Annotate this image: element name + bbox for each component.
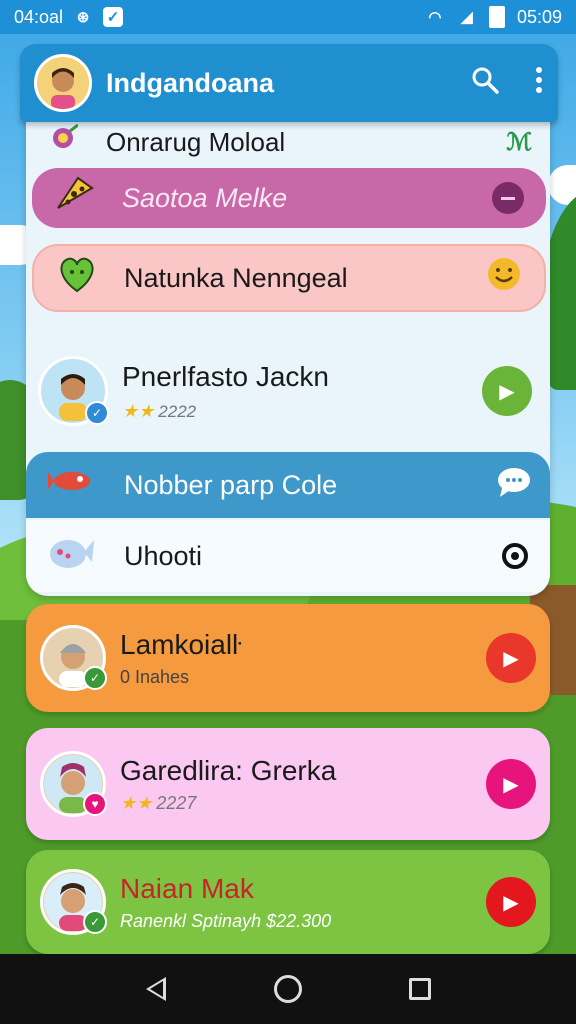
list-item-0[interactable]: Onrarug Moloal ℳ bbox=[26, 122, 550, 162]
home-icon[interactable] bbox=[273, 974, 303, 1004]
list-item-4[interactable]: Nobber parp Cole bbox=[26, 452, 550, 518]
heart-icon bbox=[56, 255, 98, 301]
avatar-face-icon bbox=[37, 57, 89, 109]
list-item-texts: Pnerlfasto Jackn ★★ 2222 bbox=[122, 361, 329, 422]
fish-icon bbox=[48, 532, 94, 580]
flower-icon bbox=[48, 123, 79, 161]
card-2[interactable]: ✓ Naian Mak Ranenkl Sptinayh $22.300 ▶ bbox=[26, 850, 550, 954]
avatar-badge: ✓ bbox=[83, 666, 107, 690]
status-time-right: 05:09 bbox=[516, 6, 562, 27]
card-title: Lamkoialŀ bbox=[120, 628, 242, 660]
smile-icon[interactable] bbox=[486, 256, 522, 300]
card-title: Naian Mak bbox=[120, 872, 254, 904]
app-title: Indgandoana bbox=[106, 67, 274, 98]
target-icon[interactable] bbox=[502, 543, 528, 569]
avatar: ♥ bbox=[40, 751, 107, 817]
minus-circle-icon[interactable] bbox=[492, 182, 524, 214]
card-0[interactable]: ✓ Lamkoialŀ 0 Inahes ▶ bbox=[26, 604, 550, 712]
avatar: ✓ bbox=[40, 625, 107, 691]
back-icon[interactable] bbox=[141, 974, 171, 1004]
recents-icon[interactable] bbox=[405, 974, 435, 1004]
status-right: ◠ ◢ 05:09 bbox=[425, 6, 562, 28]
status-left: 04:oal ⊛ ✓ bbox=[14, 6, 124, 28]
meta-value: 2222 bbox=[158, 401, 197, 421]
app-bar: Indgandoana bbox=[20, 44, 558, 122]
card-1[interactable]: ♥ Garedlira: Grerka ★★ 2227 ▶ bbox=[26, 728, 550, 840]
list-item-label: Saotoa Melke bbox=[122, 182, 288, 213]
search-icon[interactable] bbox=[470, 65, 500, 102]
card-subtitle: ★★ 2227 bbox=[120, 793, 336, 814]
avatar-badge: ✓ bbox=[83, 910, 107, 934]
more-vert-icon[interactable] bbox=[534, 66, 544, 101]
list-item-label: Natunka Nenngeal bbox=[124, 262, 348, 293]
avatar-badge: ♥ bbox=[83, 792, 107, 816]
wifi-icon: ◠ bbox=[428, 9, 442, 26]
list-item-label: Onrarug Moloal bbox=[106, 126, 286, 157]
play-button[interactable]: ▶ bbox=[486, 877, 536, 927]
rocket-icon bbox=[48, 464, 96, 506]
list-item-label: Uhooti bbox=[124, 540, 203, 571]
play-button[interactable]: ▶ bbox=[482, 366, 532, 416]
card-subtitle: 0 Inahes bbox=[120, 666, 190, 687]
app-actions bbox=[470, 65, 544, 102]
messenger-icon: ✓ bbox=[103, 7, 124, 27]
navigation-bar bbox=[0, 954, 576, 1024]
status-time-left: 04:oal bbox=[14, 6, 64, 27]
list-item-3[interactable]: ✓ Pnerlfasto Jackn ★★ 2222 ▶ bbox=[26, 330, 550, 452]
card-title: Garedlira: Grerka bbox=[120, 754, 337, 786]
notification-icon: ⊛ bbox=[76, 9, 90, 26]
battery-icon bbox=[488, 6, 505, 28]
card-texts: Lamkoialŀ 0 Inahes bbox=[120, 629, 241, 688]
cheese-icon bbox=[54, 176, 96, 220]
chat-bubble-icon[interactable] bbox=[496, 466, 532, 505]
card-subtitle-value: 2227 bbox=[156, 792, 197, 813]
play-button[interactable]: ▶ bbox=[486, 633, 536, 683]
card-texts: Naian Mak Ranenkl Sptinayh $22.300 bbox=[120, 873, 331, 932]
card-subtitle: Ranenkl Sptinayh $22.300 bbox=[120, 910, 332, 931]
list-item-1[interactable]: Saotoa Melke bbox=[32, 168, 546, 228]
list-panel: Onrarug Moloal ℳ Saotoa Melke Natunka Ne… bbox=[26, 112, 550, 596]
list-item-5[interactable]: Uhooti bbox=[26, 520, 550, 592]
avatar: ✓ bbox=[40, 869, 107, 935]
user-avatar[interactable] bbox=[34, 54, 92, 112]
card-texts: Garedlira: Grerka ★★ 2227 bbox=[120, 755, 336, 814]
list-item-meta: ★★ 2222 bbox=[122, 401, 329, 422]
avatar-badge: ✓ bbox=[85, 401, 109, 425]
list-item-label: Nobber parp Cole bbox=[124, 469, 338, 500]
list-item-trailing: ℳ bbox=[506, 128, 532, 156]
list-item-2[interactable]: Natunka Nenngeal bbox=[32, 244, 546, 312]
avatar: ✓ bbox=[38, 356, 109, 426]
signal-icon: ◢ bbox=[461, 9, 473, 26]
status-bar: 04:oal ⊛ ✓ ◠ ◢ 05:09 bbox=[0, 0, 576, 34]
stars-icon: ★★ bbox=[122, 400, 155, 421]
list-item-label: Pnerlfasto Jackn bbox=[122, 360, 329, 392]
stars-icon: ★★ bbox=[120, 792, 153, 813]
play-button[interactable]: ▶ bbox=[486, 759, 536, 809]
